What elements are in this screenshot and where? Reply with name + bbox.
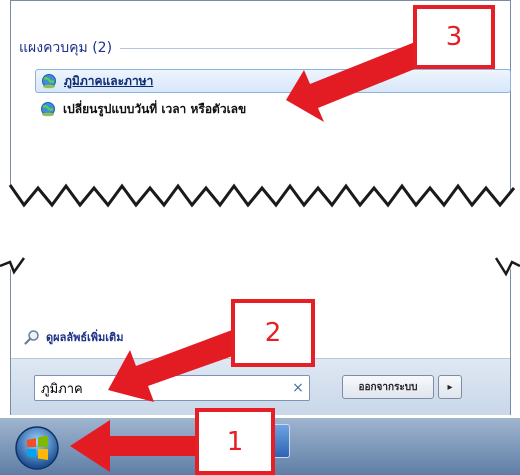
chevron-right-icon: ▸: [447, 381, 453, 393]
windows-orb-icon: [15, 426, 59, 470]
search-input-value: ภูมิภาค: [41, 381, 83, 397]
callout-step-3: 3: [413, 5, 495, 69]
start-button[interactable]: [12, 425, 62, 471]
see-more-results-link[interactable]: ดูผลลัพธ์เพิ่มเติม: [24, 328, 123, 346]
log-off-button[interactable]: ออกจากระบบ: [342, 375, 434, 399]
see-more-label: ดูผลลัพธ์เพิ่มเติม: [46, 331, 124, 344]
shutdown-options-arrow-button[interactable]: ▸: [438, 375, 462, 399]
result-region-and-language[interactable]: ภูมิภาคและภาษา: [35, 69, 511, 93]
callout-step-1: 1: [195, 408, 275, 475]
section-title-control-panel[interactable]: แผงควบคุม (2): [19, 37, 112, 59]
magnifier-icon: [24, 330, 39, 345]
control-panel-globe-icon: [40, 73, 58, 89]
clear-search-icon[interactable]: ×: [287, 380, 309, 396]
result-label: เปลี่ยนรูปแบบวันที่ เวลา หรือตัวเลข: [63, 101, 247, 116]
result-label: ภูมิภาคและภาษา: [64, 73, 154, 88]
control-panel-globe-icon: [39, 101, 57, 117]
start-search-input[interactable]: ภูมิภาค ×: [34, 375, 310, 401]
result-change-date-time-number-format[interactable]: เปลี่ยนรูปแบบวันที่ เวลา หรือตัวเลข: [35, 97, 435, 121]
screenshot-stage: แผงควบคุม (2) ภูมิภาคและภาษา เปลี่ยนรูปแ…: [0, 0, 520, 475]
callout-step-2: 2: [231, 299, 315, 367]
